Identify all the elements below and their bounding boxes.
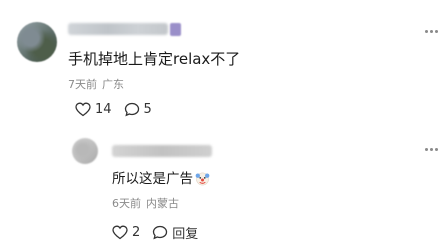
comment-text: 手机掉地上肯定relax不了 xyxy=(68,50,241,68)
reply-time: 6天前 xyxy=(112,197,141,210)
reply-reply-button[interactable]: 回复 xyxy=(152,223,198,242)
comment-bubble-icon xyxy=(124,102,139,117)
reply-text-content: 所以这是广告 xyxy=(112,171,193,187)
comment-actions: 14 5 xyxy=(75,102,164,117)
reply-button[interactable]: 5 xyxy=(124,102,152,117)
user-badge-icon xyxy=(170,23,181,36)
comment-bubble-icon xyxy=(153,225,168,240)
comment-time: 7天前 xyxy=(68,78,97,91)
heart-icon xyxy=(112,225,128,240)
comment-meta: 7天前 广东 xyxy=(68,76,124,92)
reply-label: 回复 xyxy=(172,227,199,242)
reply-meta: 6天前 内蒙古 xyxy=(112,195,179,211)
more-options-icon[interactable] xyxy=(425,30,438,33)
like-button[interactable]: 14 xyxy=(75,102,112,117)
like-count: 14 xyxy=(95,102,112,117)
reply-like-button[interactable]: 2 xyxy=(112,225,140,240)
username-blurred[interactable] xyxy=(68,23,168,35)
reply-like-count: 2 xyxy=(132,225,141,240)
reply-text: 所以这是广告 xyxy=(112,167,210,190)
heart-icon xyxy=(75,102,91,117)
reply-location: 内蒙古 xyxy=(146,197,179,210)
reply-count: 5 xyxy=(143,102,152,117)
reply-username-blurred[interactable] xyxy=(112,145,212,157)
avatar[interactable] xyxy=(17,22,57,62)
reply-avatar[interactable] xyxy=(72,138,98,164)
comment-location: 广东 xyxy=(102,78,124,91)
reply-actions: 2 回复 xyxy=(112,223,210,242)
clown-face-icon xyxy=(195,171,210,190)
reply-more-options-icon[interactable] xyxy=(425,148,438,151)
